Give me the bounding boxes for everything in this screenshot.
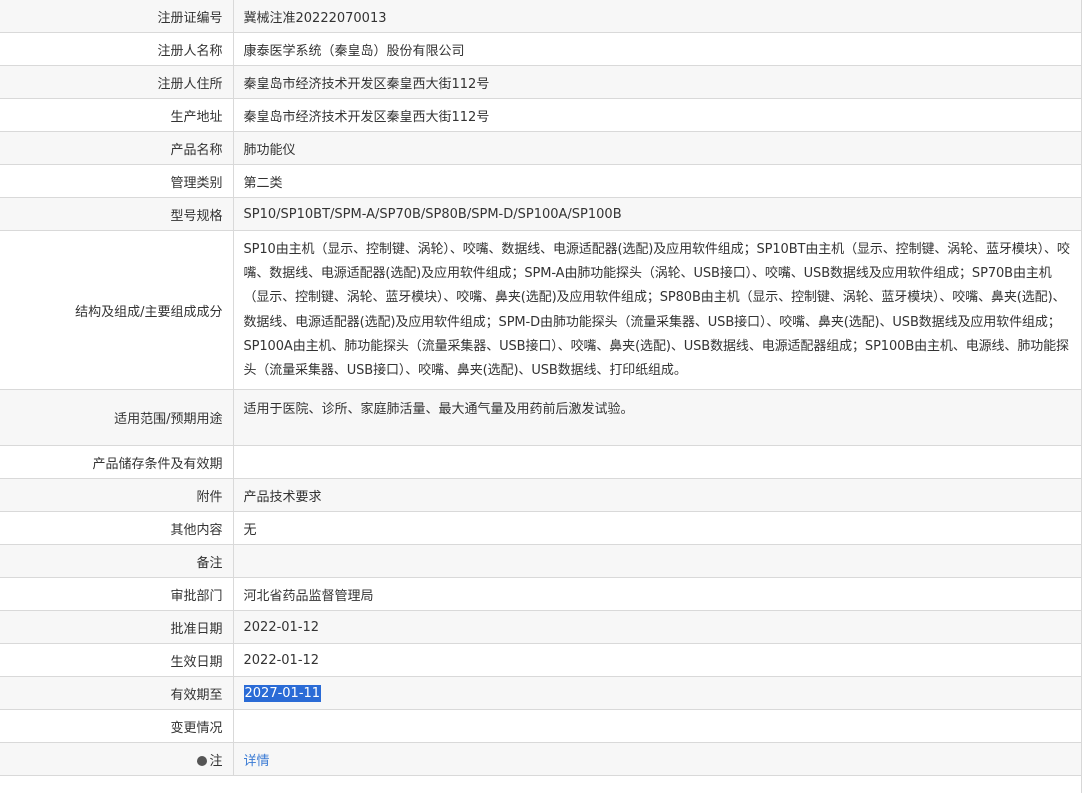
field-value [233, 709, 1081, 744]
field-value: 秦皇岛市经济技术开发区秦皇西大街112号 [233, 65, 1081, 99]
field-value: 2027-01-11 [233, 676, 1081, 711]
field-label: 注册人名称 [0, 32, 234, 66]
row-approval-department: 审批部门 河北省药品监督管理局 [0, 577, 1081, 612]
field-label: 产品名称 [0, 131, 234, 165]
field-label: 其他内容 [0, 511, 234, 546]
field-value: SP10/SP10BT/SPM-A/SP70B/SP80B/SPM-D/SP10… [233, 197, 1081, 231]
field-label: 审批部门 [0, 577, 234, 612]
field-value: 康泰医学系统（秦皇岛）股份有限公司 [233, 32, 1081, 66]
details-link[interactable]: 详情 [244, 754, 270, 769]
field-value: 无 [233, 511, 1081, 546]
field-label: 变更情况 [0, 709, 234, 744]
field-label: 有效期至 [0, 676, 234, 711]
field-value: SP10由主机（显示、控制键、涡轮）、咬嘴、数据线、电源适配器(选配)及应用软件… [233, 229, 1081, 391]
field-label: 注 [0, 742, 234, 777]
field-label: 备注 [0, 544, 234, 579]
field-value: 2022-01-12 [233, 610, 1081, 645]
registration-detail-panel: 注册证编号 冀械注准20222070013 注册人名称 康泰医学系统（秦皇岛）股… [0, 0, 1082, 793]
field-label: 管理类别 [0, 164, 234, 198]
field-value: 2022-01-12 [233, 643, 1081, 678]
row-production-address: 生产地址 秦皇岛市经济技术开发区秦皇西大街112号 [0, 98, 1081, 132]
row-valid-until: 有效期至 2027-01-11 [0, 676, 1081, 711]
field-value: 河北省药品监督管理局 [233, 577, 1081, 612]
row-other-content: 其他内容 无 [0, 511, 1081, 546]
row-intended-use: 适用范围/预期用途 适用于医院、诊所、家庭肺活量、最大通气量及用药前后激发试验。 [0, 389, 1081, 447]
row-note: 注 详情 [0, 742, 1081, 777]
field-label: 批准日期 [0, 610, 234, 645]
field-value: 冀械注准20222070013 [233, 0, 1081, 33]
registration-detail-table: 注册证编号 冀械注准20222070013 注册人名称 康泰医学系统（秦皇岛）股… [0, 0, 1081, 777]
row-product-name: 产品名称 肺功能仪 [0, 131, 1081, 165]
field-label: 适用范围/预期用途 [0, 389, 234, 447]
field-value: 适用于医院、诊所、家庭肺活量、最大通气量及用药前后激发试验。 [233, 389, 1081, 447]
field-label: 注册人住所 [0, 65, 234, 99]
field-value: 详情 [233, 742, 1081, 777]
field-value: 秦皇岛市经济技术开发区秦皇西大街112号 [233, 98, 1081, 132]
row-structure-composition: 结构及组成/主要组成成分 SP10由主机（显示、控制键、涡轮）、咬嘴、数据线、电… [0, 229, 1081, 391]
selected-text[interactable]: 2027-01-11 [243, 684, 322, 702]
field-value [233, 544, 1081, 579]
field-label: 注册证编号 [0, 0, 234, 33]
field-value [233, 445, 1081, 480]
row-remarks: 备注 [0, 544, 1081, 579]
row-effective-date: 生效日期 2022-01-12 [0, 643, 1081, 678]
field-label: 结构及组成/主要组成成分 [0, 229, 234, 391]
row-management-category: 管理类别 第二类 [0, 164, 1081, 198]
field-label: 型号规格 [0, 197, 234, 231]
field-value: 肺功能仪 [233, 131, 1081, 165]
row-attachment: 附件 产品技术要求 [0, 478, 1081, 513]
note-label: 注 [209, 753, 223, 769]
info-icon [197, 755, 208, 766]
field-value: 第二类 [233, 164, 1081, 198]
row-approval-date: 批准日期 2022-01-12 [0, 610, 1081, 645]
row-registrant-address: 注册人住所 秦皇岛市经济技术开发区秦皇西大街112号 [0, 65, 1081, 99]
row-registrant-name: 注册人名称 康泰医学系统（秦皇岛）股份有限公司 [0, 32, 1081, 66]
field-label: 生效日期 [0, 643, 234, 678]
field-label: 生产地址 [0, 98, 234, 132]
row-model-spec: 型号规格 SP10/SP10BT/SPM-A/SP70B/SP80B/SPM-D… [0, 197, 1081, 231]
row-change-history: 变更情况 [0, 709, 1081, 744]
field-value: 产品技术要求 [233, 478, 1081, 513]
field-label: 附件 [0, 478, 234, 513]
field-label: 产品储存条件及有效期 [0, 445, 234, 480]
row-registration-number: 注册证编号 冀械注准20222070013 [0, 0, 1081, 33]
row-storage-conditions: 产品储存条件及有效期 [0, 445, 1081, 480]
